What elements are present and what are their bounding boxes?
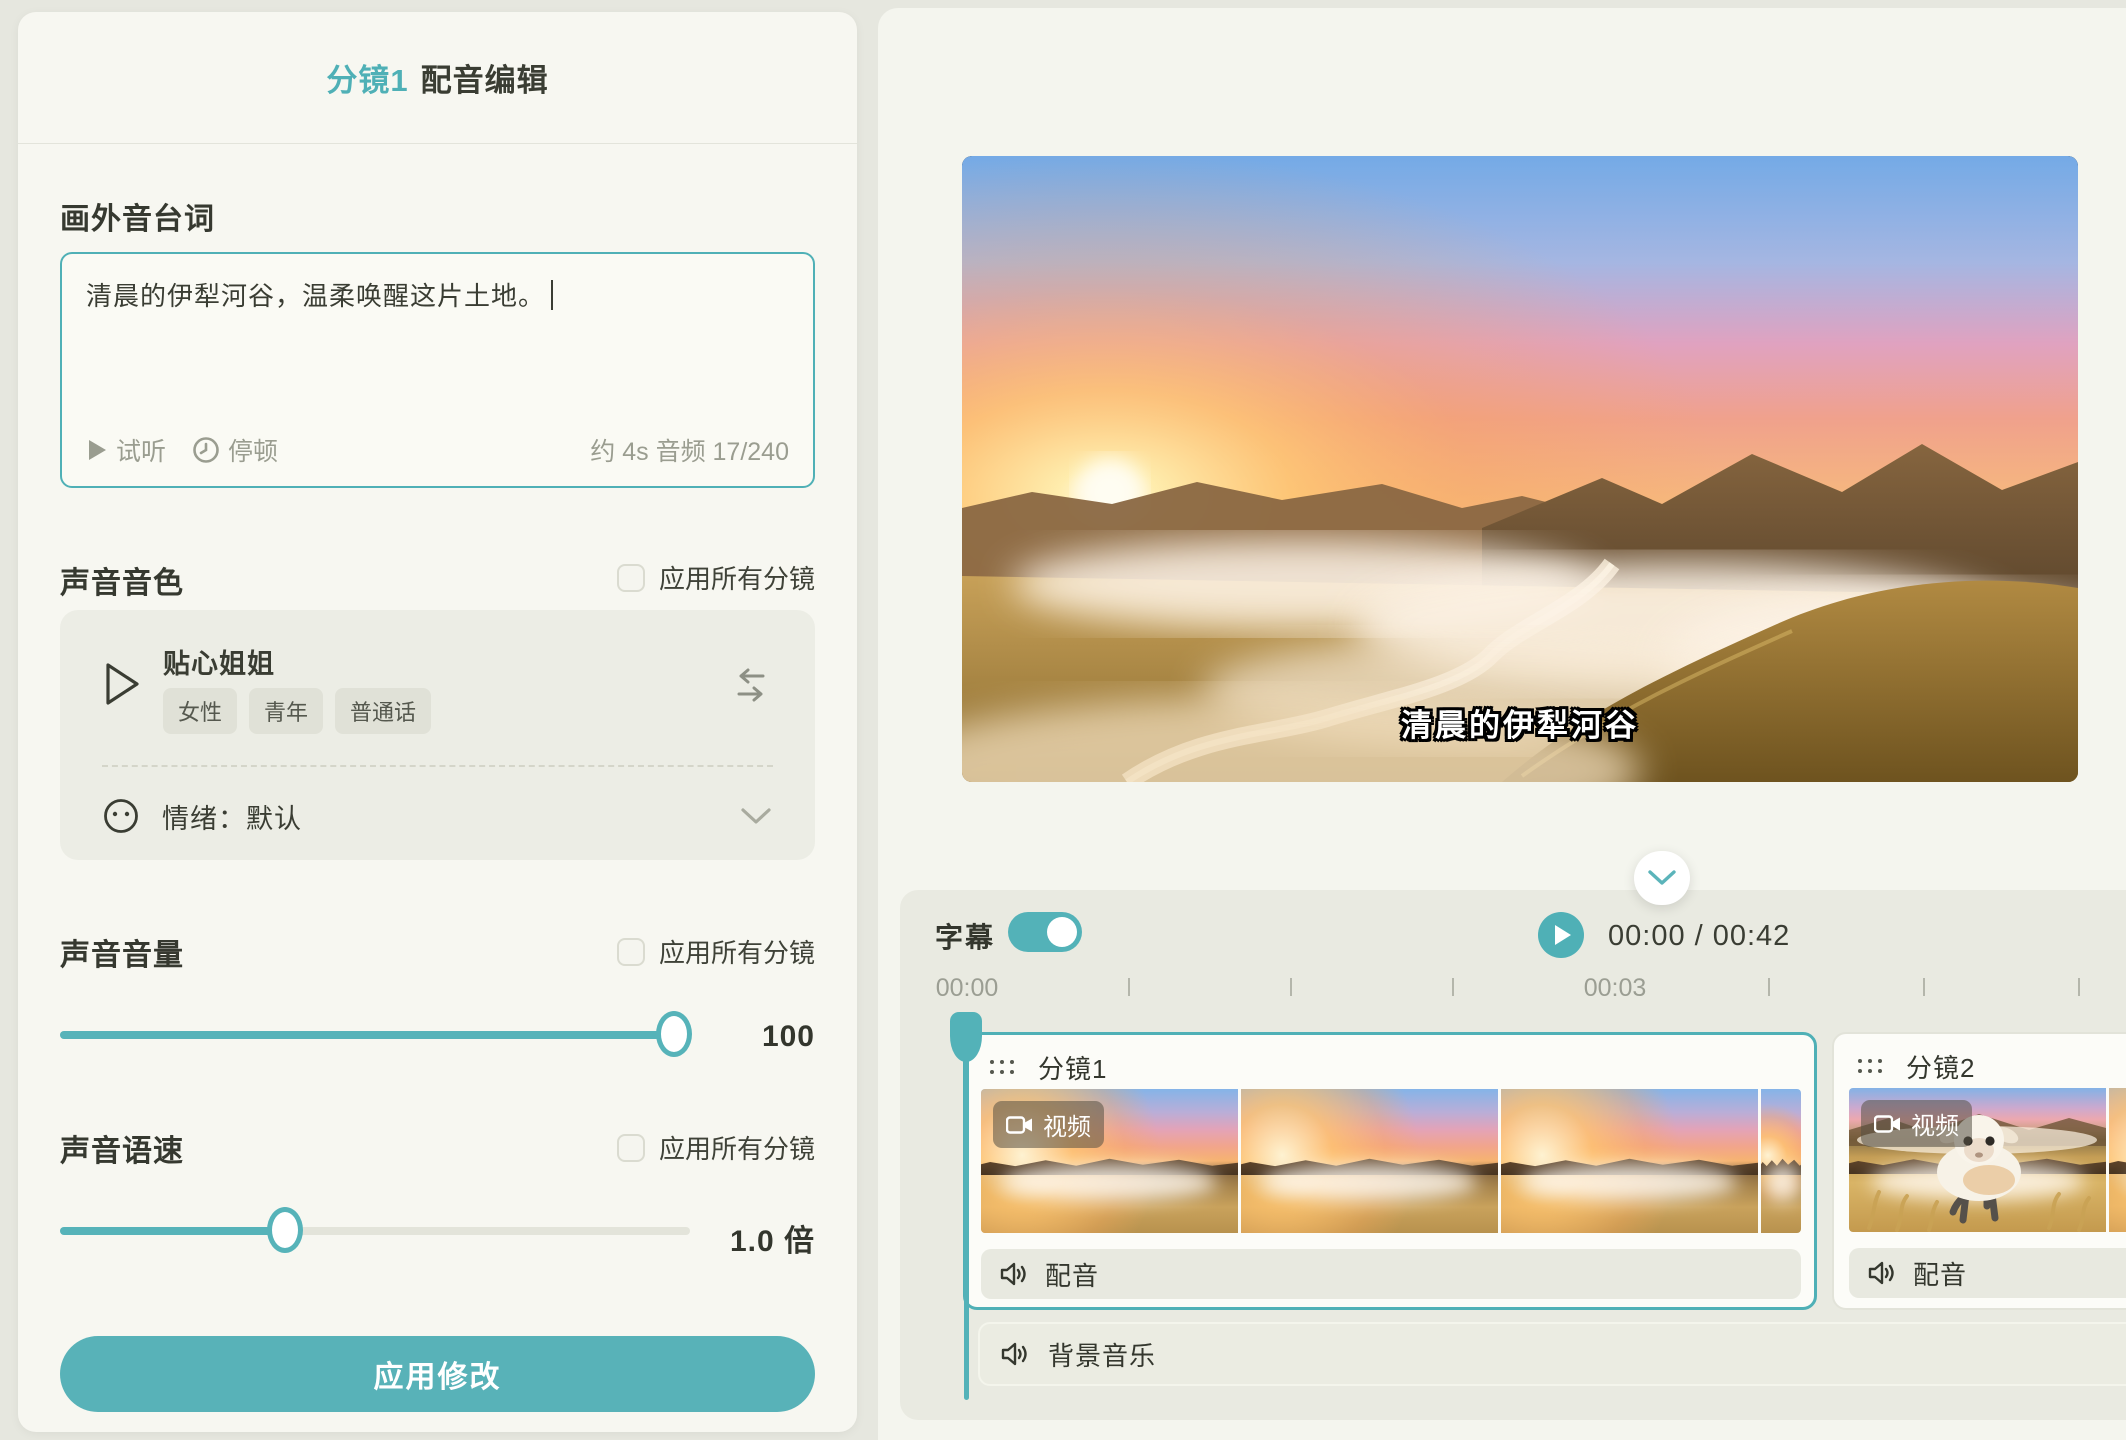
text-cursor — [551, 280, 553, 310]
apply-changes-button[interactable]: 应用修改 — [60, 1336, 815, 1412]
video-thumbnail — [1241, 1089, 1498, 1233]
video-thumbnail — [1761, 1089, 1801, 1233]
emotion-selector[interactable]: 情绪：默认 — [102, 788, 773, 844]
camera-icon — [1006, 1115, 1034, 1135]
video-preview[interactable] — [962, 156, 2078, 782]
playback-time: 00:00 / 00:42 — [1608, 920, 1790, 953]
ruler-tick — [1452, 978, 1454, 996]
video-badge: 视频 — [993, 1101, 1104, 1148]
voiceover-textarea[interactable]: 清晨的伊犁河谷，温柔唤醒这片土地。 试听 停顿 约 4s 音频 17/240 — [60, 252, 815, 488]
video-badge: 视频 — [1861, 1100, 1972, 1147]
preview-audio-button[interactable]: 试听 — [86, 432, 166, 468]
volume-slider[interactable] — [60, 1011, 690, 1057]
collapse-timeline-button[interactable] — [1634, 851, 1690, 905]
camera-icon — [1874, 1114, 1902, 1134]
duration-char-count: 约 4s 音频 17/240 — [590, 432, 789, 468]
clip-name: 分镜1 — [1038, 1049, 1107, 1086]
speed-section-label: 声音语速 — [60, 1126, 184, 1170]
timbre-section-label: 声音音色 — [60, 558, 184, 602]
video-thumbnail — [1501, 1089, 1758, 1233]
bgm-label: 背景音乐 — [1048, 1336, 1156, 1373]
voice-card[interactable]: 贴心姐姐 女性 青年 普通话 情绪：默认 — [60, 610, 815, 860]
speed-slider[interactable] — [60, 1207, 690, 1253]
page-title: 配音编辑 — [421, 55, 549, 100]
emotion-value: 情绪：默认 — [162, 797, 302, 836]
toggle-knob — [1047, 917, 1077, 947]
dubbing-edit-panel: 分镜1 配音编辑 画外音台词 清晨的伊犁河谷，温柔唤醒这片土地。 试听 停顿 — [18, 12, 857, 1432]
voice-play-icon[interactable] — [102, 660, 142, 708]
speaker-icon — [1867, 1259, 1897, 1287]
video-thumbnail-lamb: 视频 — [1849, 1088, 2106, 1232]
subtitle-toggle[interactable] — [1008, 912, 1082, 952]
timeline-panel: 字幕 00:00 / 00:42 00:00 00:03 分镜1 — [900, 890, 2126, 1420]
speaker-icon — [999, 1260, 1029, 1288]
volume-section-label: 声音音量 — [60, 930, 184, 974]
speaker-icon — [1000, 1340, 1030, 1368]
ruler-tick — [1768, 978, 1770, 996]
ruler-label-0000: 00:00 — [936, 974, 999, 1003]
volume-value: 100 — [762, 1020, 815, 1054]
background-music-track[interactable]: 背景音乐 — [978, 1322, 2126, 1386]
video-subtitle: 清晨的伊犁河谷 — [962, 700, 2078, 745]
voice-tag-age: 青年 — [249, 688, 323, 734]
shot-number-label: 分镜1 — [326, 63, 408, 98]
drag-handle-icon[interactable] — [990, 1060, 1016, 1076]
speed-apply-all-checkbox[interactable] — [617, 1134, 645, 1162]
app-window: 分镜1 配音编辑 画外音台词 清晨的伊犁河谷，温柔唤醒这片土地。 试听 停顿 — [0, 0, 2126, 1440]
timeline-play-button[interactable] — [1538, 912, 1584, 958]
drag-handle-icon[interactable] — [1858, 1059, 1884, 1075]
timbre-apply-all-checkbox[interactable] — [617, 564, 645, 592]
ruler-tick — [1923, 978, 1925, 996]
panel-header: 分镜1 配音编辑 — [18, 12, 857, 144]
speed-value: 1.0 倍 — [730, 1216, 815, 1260]
swap-voice-icon[interactable] — [729, 666, 773, 706]
voiceover-text[interactable]: 清晨的伊犁河谷，温柔唤醒这片土地。 — [86, 281, 545, 311]
ruler-tick — [1128, 978, 1130, 996]
volume-slider-handle[interactable] — [656, 1011, 692, 1057]
chevron-down-icon — [1647, 869, 1677, 887]
volume-apply-all-label: 应用所有分镜 — [659, 933, 815, 970]
playhead-handle[interactable] — [950, 1012, 982, 1062]
speed-apply-all-label: 应用所有分镜 — [659, 1129, 815, 1166]
video-thumbnail: 视频 — [981, 1089, 1238, 1233]
speed-slider-handle[interactable] — [267, 1207, 303, 1253]
timeline-clip-shot2[interactable]: 分镜2 — [1832, 1032, 2126, 1310]
clip-thumbnails: 视频 — [1849, 1088, 2126, 1232]
clip-name: 分镜2 — [1906, 1048, 1975, 1085]
voice-tag-language: 普通话 — [335, 688, 431, 734]
clock-icon — [192, 436, 220, 464]
timbre-apply-all-label: 应用所有分镜 — [659, 559, 815, 596]
dub-audio-track[interactable]: 配音 — [1849, 1248, 2126, 1298]
voice-tags: 女性 青年 普通话 — [163, 688, 431, 734]
ruler-tick — [1290, 978, 1292, 996]
video-thumbnail — [2109, 1088, 2126, 1232]
voice-name: 贴心姐姐 — [163, 642, 275, 681]
clip-thumbnails: 视频 — [981, 1089, 1801, 1233]
insert-pause-button[interactable]: 停顿 — [192, 432, 278, 468]
volume-apply-all-checkbox[interactable] — [617, 938, 645, 966]
chevron-down-icon — [739, 805, 773, 827]
emotion-face-icon — [102, 797, 140, 835]
voiceover-section-label: 画外音台词 — [60, 194, 215, 238]
ruler-label-0003: 00:03 — [1584, 974, 1647, 1003]
ruler-tick — [2078, 978, 2080, 996]
subtitle-toggle-label: 字幕 — [935, 916, 995, 956]
timeline-clip-shot1[interactable]: 分镜1 视频 配音 — [963, 1032, 1817, 1310]
voice-tag-gender: 女性 — [163, 688, 237, 734]
dub-audio-track[interactable]: 配音 — [981, 1249, 1801, 1299]
play-icon — [86, 438, 108, 462]
divider — [102, 765, 773, 767]
playhead-line — [964, 1040, 969, 1400]
